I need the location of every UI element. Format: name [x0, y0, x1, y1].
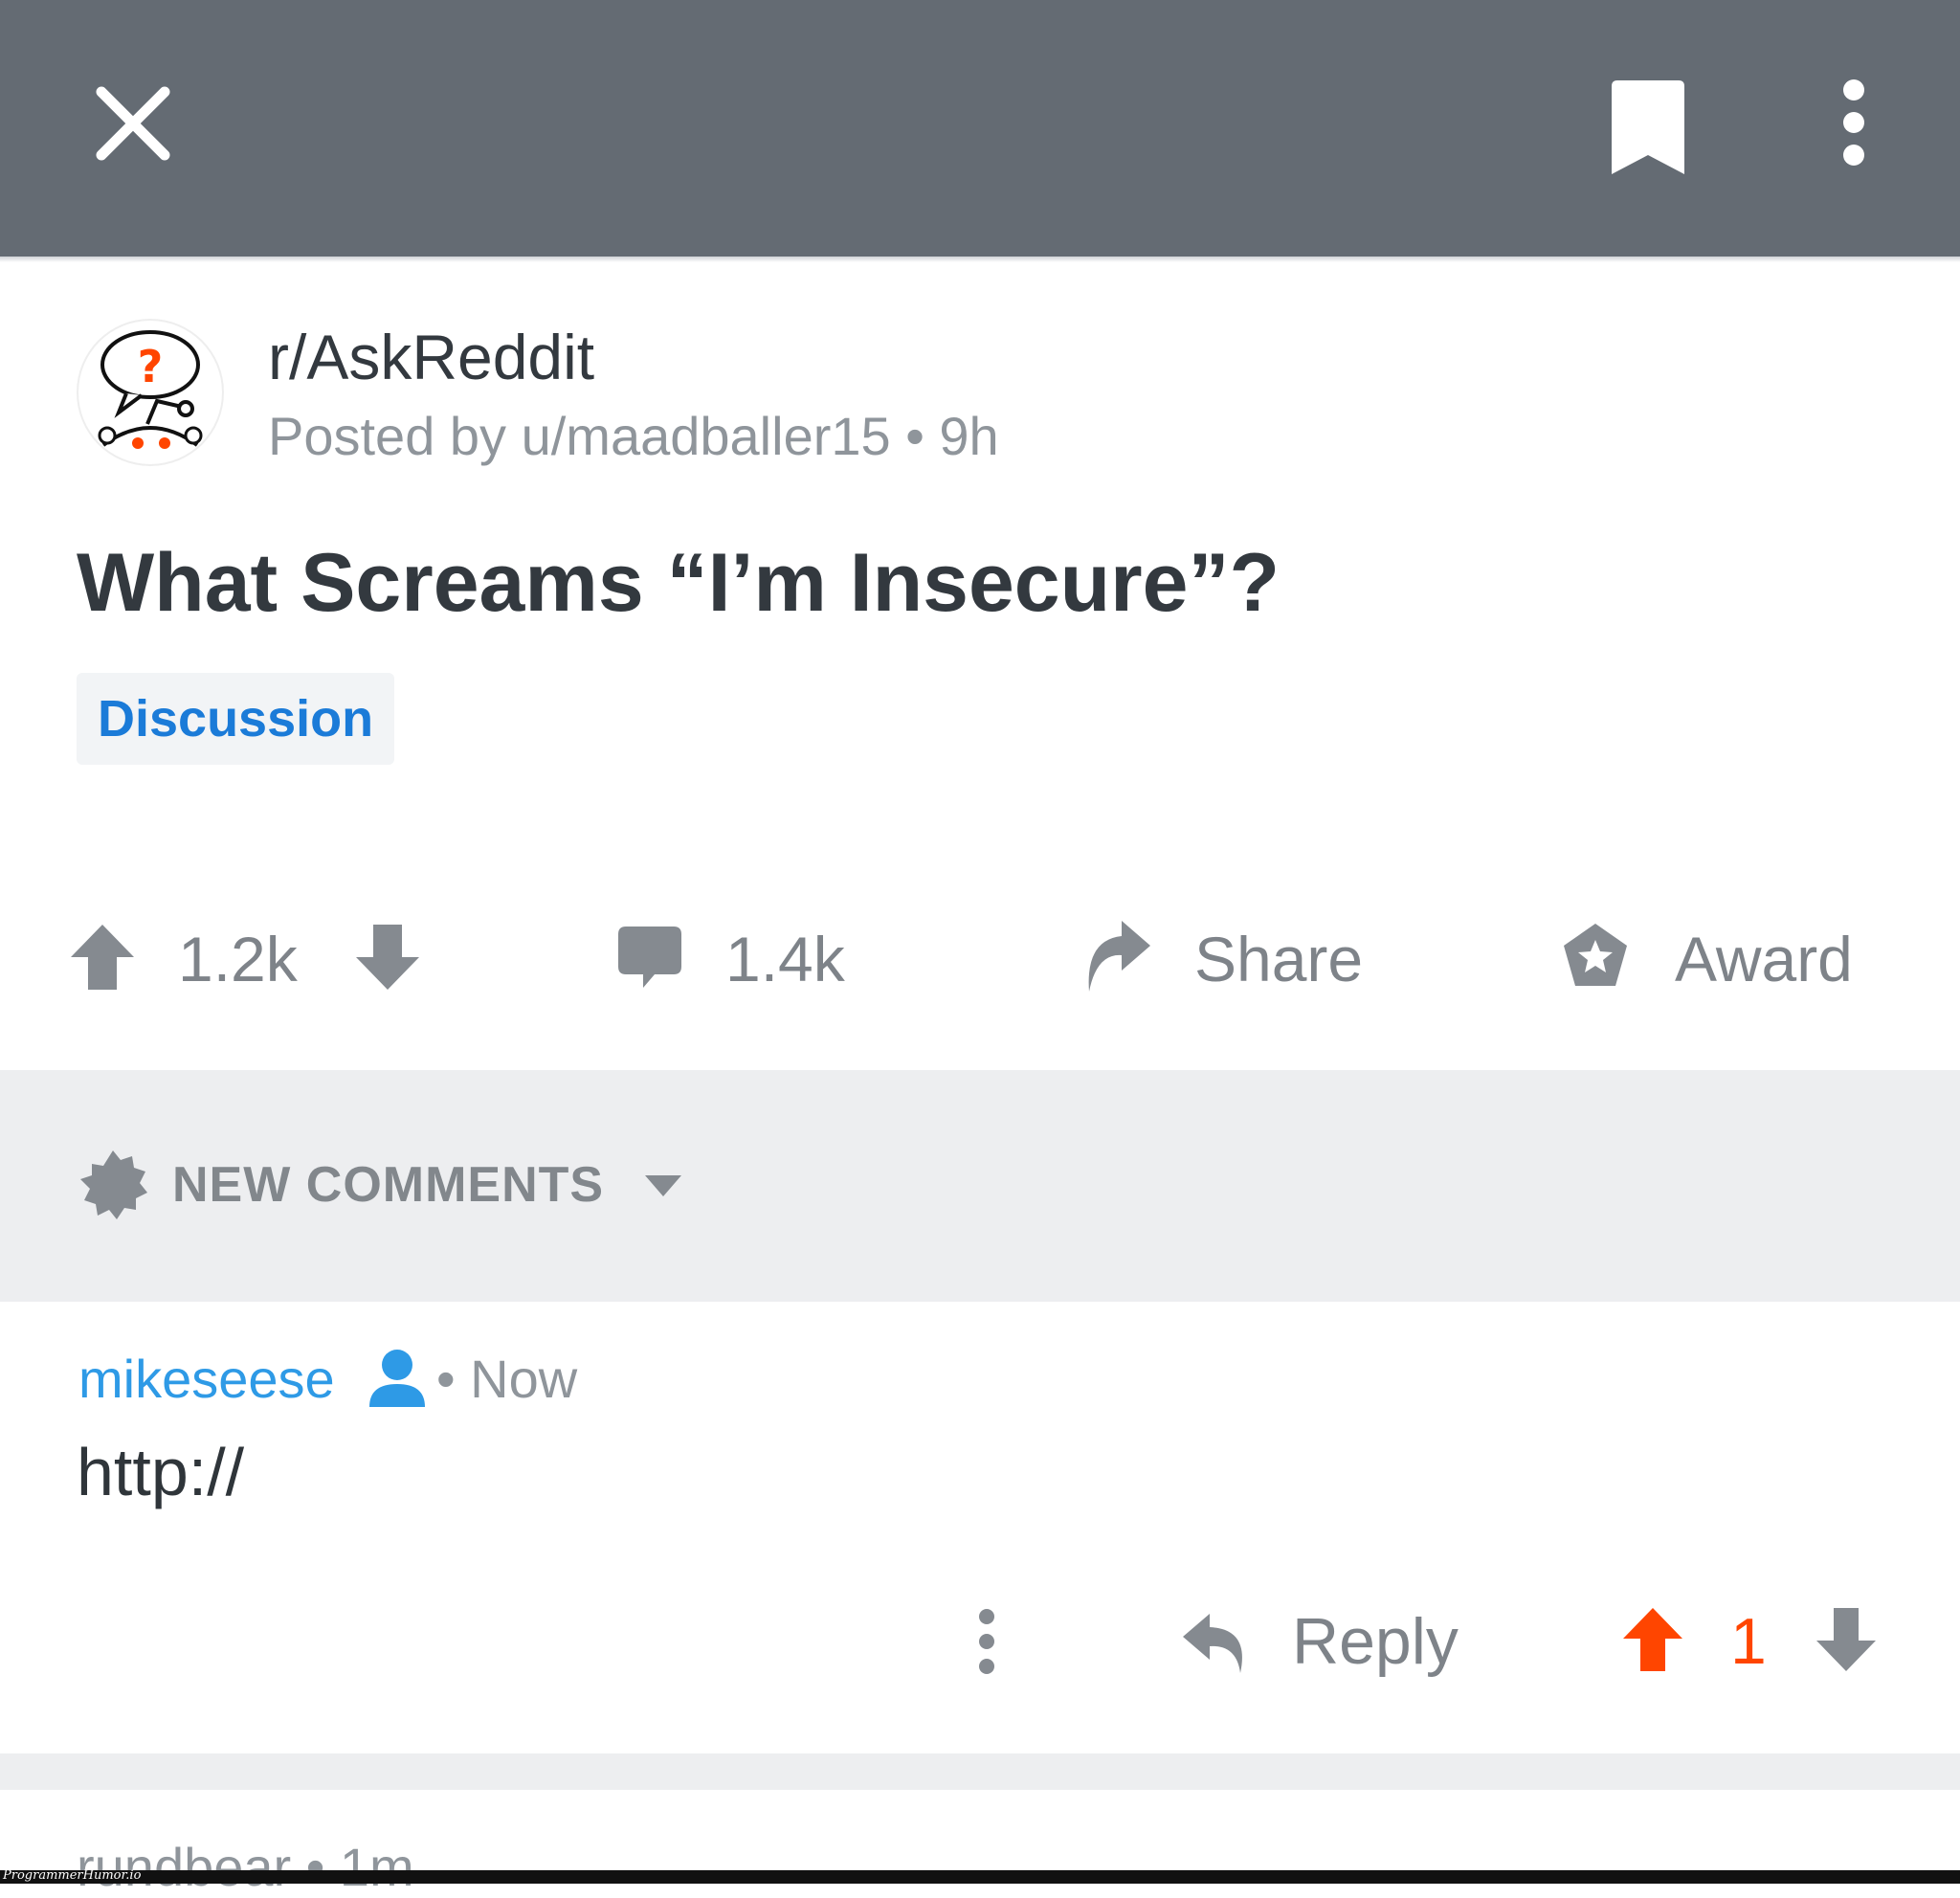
comment-upvote-icon[interactable] — [1621, 1606, 1684, 1673]
close-icon[interactable] — [92, 82, 174, 165]
downvote-icon[interactable] — [354, 923, 421, 992]
comment-downvote-icon[interactable] — [1815, 1606, 1878, 1673]
award-button[interactable]: Award — [1675, 923, 1853, 995]
chevron-down-icon[interactable] — [643, 1173, 683, 1198]
share-arrow-icon[interactable] — [1081, 917, 1152, 994]
share-button[interactable]: Share — [1194, 923, 1363, 995]
user-icon — [366, 1348, 429, 1409]
post-meta: Posted by u/maadballer15 • 9h — [268, 406, 999, 466]
more-vertical-icon[interactable] — [1834, 78, 1874, 176]
comment-author[interactable]: mikeseese — [78, 1348, 335, 1410]
sort-badge-icon[interactable] — [77, 1149, 149, 1221]
award-icon[interactable] — [1560, 921, 1631, 992]
comment-bubble-icon[interactable] — [616, 925, 683, 992]
comment-vote-count: 1 — [1730, 1605, 1767, 1678]
bookmark-icon[interactable] — [1604, 78, 1692, 176]
subreddit-name[interactable]: r/AskReddit — [268, 321, 594, 393]
top-bar-shadow — [0, 257, 1960, 262]
post-title: What Screams “I’m Insecure”? — [77, 537, 1280, 629]
next-comment-preview[interactable]: rundbear • 1m — [77, 1836, 414, 1898]
subreddit-avatar[interactable]: ? — [78, 321, 222, 464]
comment-count[interactable]: 1.4k — [725, 923, 845, 995]
svg-text:?: ? — [138, 341, 164, 392]
post-flair[interactable]: Discussion — [77, 673, 395, 765]
reply-button[interactable]: Reply — [1292, 1604, 1459, 1679]
reply-icon[interactable] — [1181, 1612, 1250, 1675]
comment-divider — [0, 1753, 1960, 1790]
comment-time: • Now — [436, 1349, 578, 1409]
comment-body: http:// — [77, 1435, 245, 1509]
sort-label[interactable]: NEW COMMENTS — [172, 1156, 604, 1214]
post-vote-count: 1.2k — [178, 924, 298, 994]
watermark-text: ProgrammerHumor.io — [3, 1868, 142, 1883]
comment-more-icon[interactable] — [976, 1608, 997, 1675]
upvote-icon[interactable] — [69, 923, 136, 992]
watermark-bar — [0, 1870, 1960, 1884]
